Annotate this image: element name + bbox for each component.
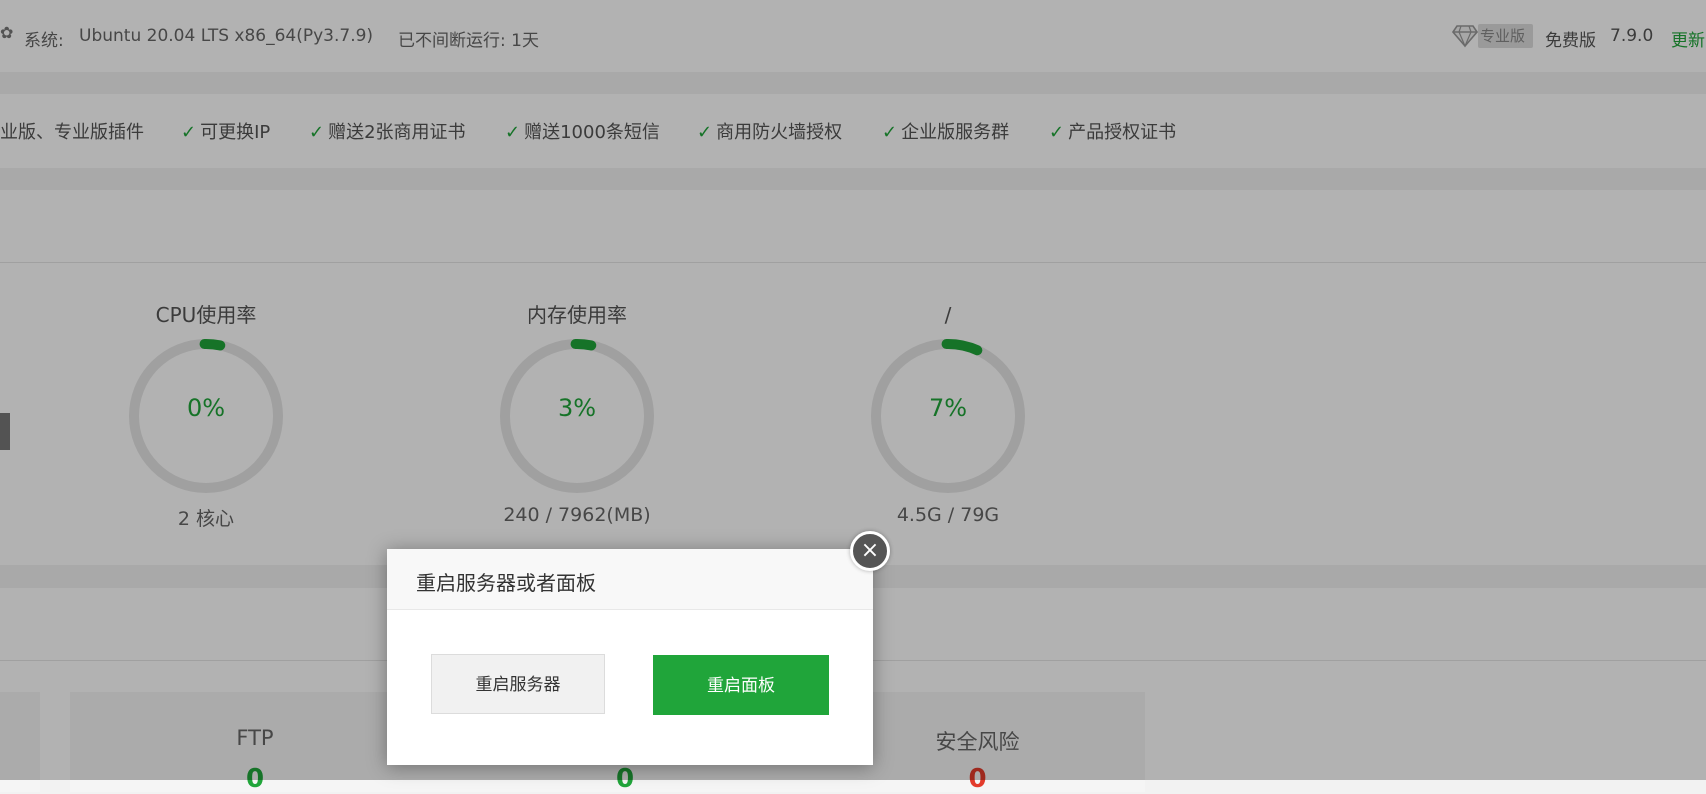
- restart-panel-button[interactable]: 重启面板: [653, 655, 829, 715]
- panel-page: ✿ 系统: Ubuntu 20.04 LTS x86_64(Py3.7.9) 已…: [0, 0, 1706, 794]
- restart-dialog: 重启服务器或者面板 重启服务器 重启面板: [387, 549, 873, 765]
- close-icon[interactable]: ×: [850, 531, 890, 571]
- dialog-header: 重启服务器或者面板: [387, 549, 873, 610]
- dialog-title: 重启服务器或者面板: [416, 571, 596, 595]
- restart-server-button[interactable]: 重启服务器: [431, 654, 605, 714]
